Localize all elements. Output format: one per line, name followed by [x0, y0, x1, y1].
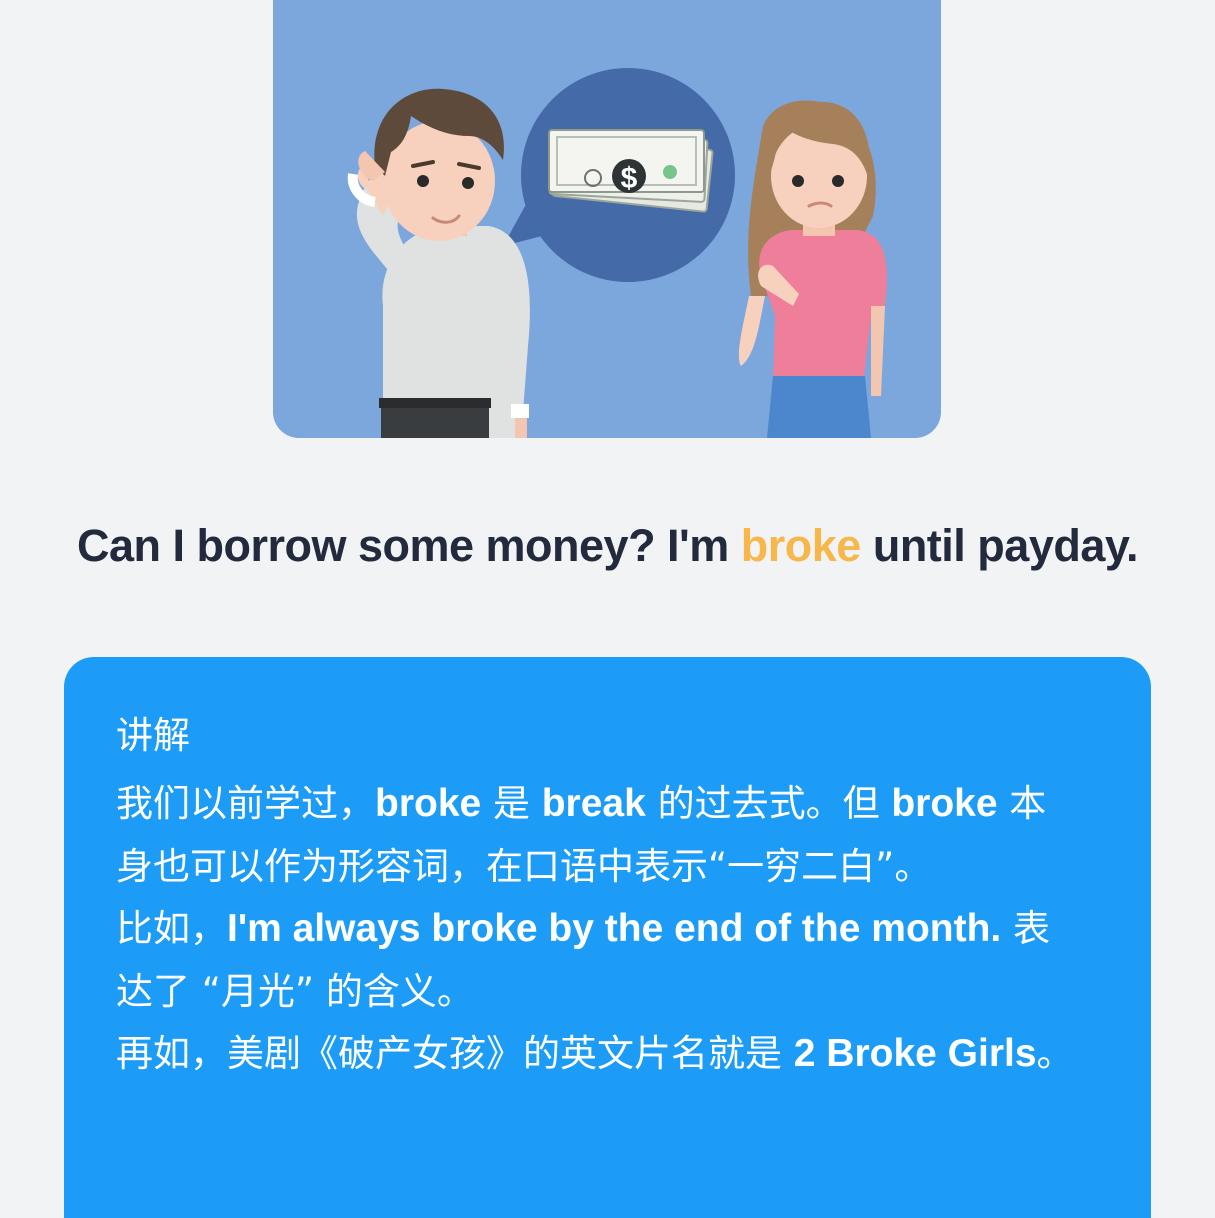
man-figure — [347, 88, 530, 438]
explanation-paragraph-2: 比如，I'm always broke by the end of the mo… — [116, 898, 1076, 1023]
lesson-page: $ Can I borrow some money? I'm broke unt… — [0, 0, 1215, 1218]
lesson-illustration: $ — [273, 0, 941, 438]
explanation-example: 2 Broke Girls — [793, 1032, 1037, 1075]
dollar-icon: $ — [621, 162, 638, 195]
explanation-text: 比如， — [116, 907, 227, 950]
explanation-title: 讲解 — [116, 714, 190, 757]
explanation-paragraph-3: 再如，美剧《破产女孩》的英文片名就是 2 Broke Girls。 — [116, 1023, 1076, 1086]
sentence-after: until payday. — [860, 520, 1139, 571]
explanation-body: 我们以前学过，broke 是 break 的过去式。但 broke 本身也可以作… — [116, 773, 1076, 1086]
explanation-keyword: broke — [891, 782, 998, 825]
sentence-before: Can I borrow some money? I'm — [76, 520, 741, 571]
explanation-text: 。 — [1036, 1032, 1074, 1075]
explanation-example: I'm always broke by the end of the month… — [227, 907, 1002, 950]
explanation-keyword: broke — [375, 782, 482, 825]
illustration-svg: $ — [347, 68, 887, 438]
explanation-text: 再如，美剧《破产女孩》的英文片名就是 — [116, 1032, 794, 1075]
explanation-keyword: break — [541, 782, 646, 825]
example-sentence: Can I borrow some money? I'm broke until… — [0, 520, 1215, 572]
explanation-text: 是 — [481, 782, 542, 825]
explanation-card: 讲解 我们以前学过，broke 是 break 的过去式。但 broke 本身也… — [64, 657, 1151, 1218]
explanation-text: 的过去式。但 — [645, 782, 892, 825]
woman-figure — [738, 100, 887, 438]
sentence-keyword: broke — [740, 520, 862, 571]
explanation-text: 我们以前学过， — [116, 782, 375, 825]
explanation-paragraph-1: 我们以前学过，broke 是 break 的过去式。但 broke 本身也可以作… — [116, 773, 1076, 898]
